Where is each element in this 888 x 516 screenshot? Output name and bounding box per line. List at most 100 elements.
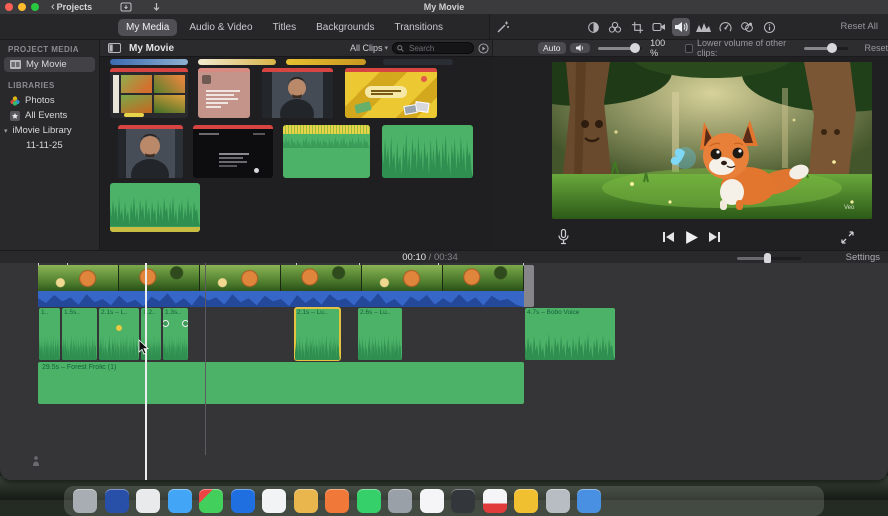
dock-icon[interactable]	[514, 489, 538, 513]
media-thumbnail-partial[interactable]	[286, 59, 366, 65]
search-field[interactable]	[392, 42, 474, 54]
tab-backgrounds[interactable]: Backgrounds	[308, 19, 382, 36]
timeline-header: 00:10 / 00:34 Settings	[0, 250, 888, 264]
all-clips-dropdown[interactable]: All Clips ▾	[350, 43, 388, 53]
dock-icon[interactable]	[545, 489, 570, 513]
audio-clip[interactable]: 2.1s – L..	[99, 308, 139, 360]
search-icon	[397, 44, 404, 52]
media-thumbnail-notes-document[interactable]	[198, 68, 250, 118]
filmstrip-frame	[119, 265, 200, 291]
sidebar-item-photos[interactable]: Photos	[4, 93, 95, 108]
music-clip[interactable]: 29.5s – Forest Frolic (1)	[38, 362, 524, 404]
dock-icon[interactable]	[262, 489, 286, 513]
dock-icon[interactable]	[104, 489, 129, 513]
fade-handle[interactable]	[163, 320, 169, 327]
video-audio-waveform[interactable]	[38, 291, 524, 307]
dock-icon[interactable]	[167, 489, 192, 513]
media-thumbnail-partial[interactable]	[198, 59, 276, 65]
dock-icon[interactable]	[388, 489, 412, 513]
lower-volume-checkbox[interactable]	[684, 43, 694, 53]
media-thumbnail-presenter-2[interactable]	[118, 125, 183, 178]
auto-volume-button[interactable]: Auto	[538, 42, 566, 54]
play-button[interactable]	[684, 230, 699, 245]
audio-clip[interactable]: 4.7s – Bobo Voice	[525, 308, 615, 360]
sidebar-item-imovie-library[interactable]: ▾ iMovie Library	[4, 123, 95, 138]
timeline-settings-button[interactable]: Settings	[846, 252, 880, 263]
fullscreen-icon[interactable]	[841, 230, 854, 244]
media-thumbnail-audio-clip[interactable]	[382, 125, 473, 178]
fade-handle[interactable]	[182, 320, 188, 327]
stabilization-icon[interactable]	[650, 18, 668, 36]
filmstrip-frame	[362, 265, 443, 291]
time-divider: /	[428, 252, 432, 263]
media-thumbnail-presenter[interactable]	[262, 68, 333, 118]
media-thumbnail-yellow-promo[interactable]	[345, 68, 437, 118]
sidebar-toggle-icon[interactable]	[108, 43, 121, 53]
dock-icon[interactable]	[293, 489, 318, 513]
tab-audio-video[interactable]: Audio & Video	[181, 19, 260, 36]
libraries-header: LIBRARIES	[8, 81, 55, 90]
sidebar-item-all-events[interactable]: All Events	[4, 108, 95, 123]
media-thumbnail-screen-recording[interactable]	[110, 68, 188, 118]
previous-frame-button[interactable]	[662, 231, 675, 243]
audio-clip[interactable]: 1.3s..	[163, 308, 188, 360]
dock-icon[interactable]	[482, 489, 507, 513]
dock-icon[interactable]	[451, 489, 475, 513]
audio-clip[interactable]: 2.6s – Lu..	[358, 308, 402, 360]
speed-icon[interactable]	[716, 18, 734, 36]
sidebar-photos-label: Photos	[25, 95, 55, 106]
sidebar-item-library-date[interactable]: 11-11-25	[4, 138, 95, 153]
project-media-header: PROJECT MEDIA	[8, 45, 79, 54]
media-thumbnail-partial[interactable]	[110, 59, 188, 65]
mute-button[interactable]	[569, 43, 590, 53]
dock-icon[interactable]	[199, 489, 223, 513]
noise-reduction-icon[interactable]	[694, 18, 712, 36]
media-thumbnail-audio-clip[interactable]	[110, 183, 200, 232]
dock-icon[interactable]	[419, 489, 444, 513]
clip-filter-icon[interactable]	[738, 18, 756, 36]
volume-icon[interactable]	[672, 18, 690, 36]
dock-icon[interactable]	[230, 489, 255, 513]
dock-icon[interactable]	[136, 489, 160, 513]
next-frame-button[interactable]	[708, 231, 721, 243]
preview-image-fox-forest	[552, 62, 872, 219]
reset-volume-button[interactable]: Reset	[864, 43, 888, 53]
titlebar: My Movie ‹ Projects	[0, 0, 888, 14]
dock-icon[interactable]	[577, 489, 601, 513]
dock-icon[interactable]	[73, 489, 97, 513]
tab-my-media[interactable]: My Media	[118, 18, 178, 36]
dock-icon[interactable]	[325, 489, 349, 513]
audio-clip[interactable]: 1.5s..	[62, 308, 97, 360]
clip-marker-dot	[116, 325, 122, 331]
imovie-window: My Movie ‹ Projects My Media Audio & Vid…	[0, 0, 888, 480]
audio-clip-selected[interactable]: 2.1s – Lu..	[294, 307, 341, 361]
reset-all-button[interactable]: Reset All	[841, 21, 879, 32]
dock[interactable]	[64, 486, 824, 516]
tab-titles[interactable]: Titles	[265, 19, 305, 36]
media-browser: My Movie All Clips ▾	[100, 40, 492, 253]
photos-icon	[10, 95, 20, 106]
mouse-cursor	[138, 339, 149, 355]
audio-clip[interactable]: 1..	[39, 308, 60, 360]
timeline-zoom-slider[interactable]	[737, 253, 801, 264]
sidebar-item-my-movie[interactable]: My Movie	[4, 57, 95, 72]
lower-volume-slider[interactable]	[803, 43, 849, 53]
crop-icon[interactable]	[628, 18, 646, 36]
media-thumbnail-partial[interactable]	[383, 59, 453, 65]
microphone-icon[interactable]	[558, 229, 569, 245]
skimmer-line	[205, 263, 206, 455]
playhead[interactable]	[145, 263, 147, 480]
color-balance-icon[interactable]	[584, 18, 602, 36]
video-clip-filmstrip[interactable]	[38, 265, 524, 291]
autoplay-circle-icon[interactable]	[478, 42, 489, 54]
search-input[interactable]	[407, 42, 467, 54]
color-correction-icon[interactable]	[606, 18, 624, 36]
media-thumbnail-terminal[interactable]	[193, 125, 273, 178]
tab-transitions[interactable]: Transitions	[386, 19, 451, 36]
clip-info-icon[interactable]	[760, 18, 778, 36]
magic-wand-icon[interactable]	[494, 18, 512, 36]
media-browser-header: My Movie All Clips ▾	[100, 40, 492, 57]
media-thumbnail-audio-clip[interactable]	[283, 125, 370, 178]
volume-slider[interactable]	[597, 43, 643, 53]
dock-icon[interactable]	[356, 489, 381, 513]
